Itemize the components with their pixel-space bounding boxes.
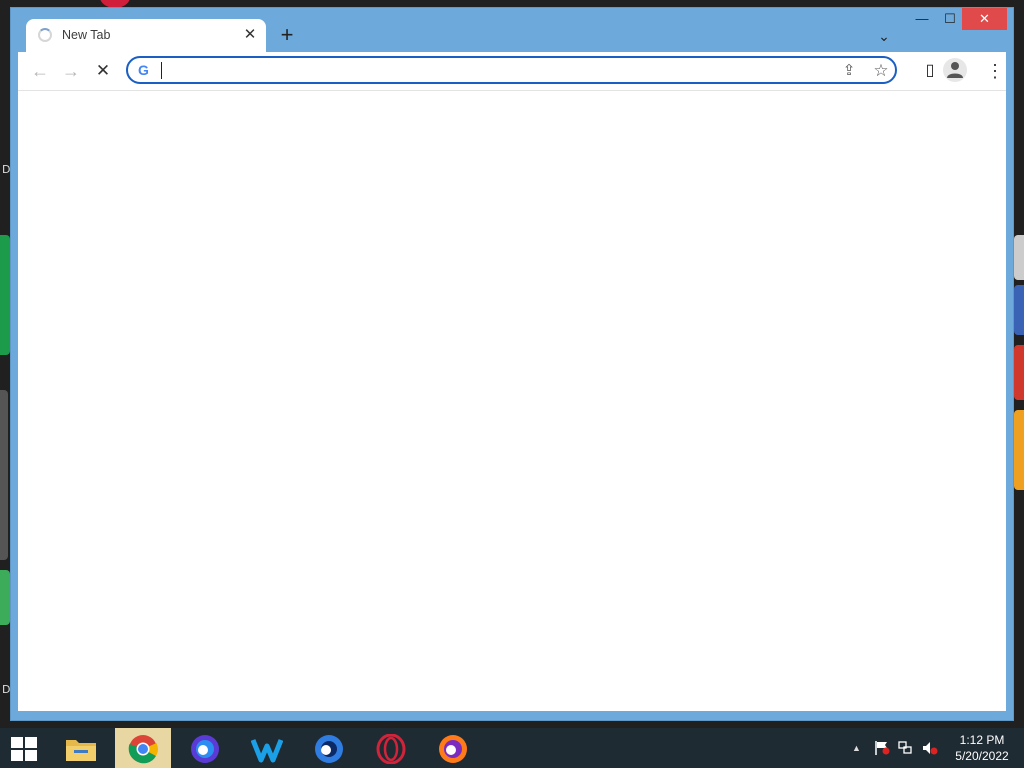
person-icon [947, 62, 963, 78]
desktop-label: D [2, 683, 11, 696]
waterfox-icon [251, 739, 283, 763]
tab-title: New Tab [62, 28, 111, 42]
browser-window: New Tab ✕ + ⌄ — ☐ ✕ ← → ✕ G ⇪ ☆ ▯ ⋮ [11, 8, 1013, 720]
taskbar-app-chrome[interactable] [115, 728, 171, 768]
windows-logo-icon [11, 737, 37, 761]
clock-date: 5/20/2022 [955, 749, 1009, 763]
profile-avatar[interactable] [943, 58, 967, 82]
taskbar-app-firefox[interactable] [425, 728, 481, 768]
desktop-icon-strip [1014, 345, 1024, 400]
desktop-icon-strip [100, 0, 130, 8]
desktop-icon-strip [1014, 235, 1024, 280]
desktop-label: D [2, 163, 11, 176]
desktop-icon-strip [0, 390, 8, 560]
start-button[interactable] [0, 728, 48, 768]
tab-search-button[interactable]: ⌄ [874, 26, 894, 46]
firefox-icon [439, 735, 467, 763]
system-clock[interactable]: 1:12 PM 5/20/2022 [950, 732, 1014, 764]
action-center-flag-icon[interactable] [874, 741, 890, 755]
folder-icon [66, 740, 96, 761]
taskbar: ▲ 1:12 PM 5/20/2022 [0, 728, 1024, 768]
close-window-button[interactable]: ✕ [962, 8, 1007, 30]
back-button[interactable]: ← [27, 58, 53, 84]
tab-close-icon[interactable]: ✕ [240, 25, 260, 45]
network-icon[interactable] [898, 741, 914, 755]
desktop-icon-strip [1014, 285, 1024, 335]
firefox-developer-icon [191, 735, 219, 763]
taskbar-app-file-explorer[interactable] [53, 728, 109, 768]
desktop-icon-strip [1014, 410, 1024, 490]
share-icon[interactable]: ⇪ [838, 60, 860, 82]
opera-icon [376, 734, 406, 764]
stop-loading-button[interactable]: ✕ [90, 58, 116, 84]
taskbar-app-opera[interactable] [363, 728, 419, 768]
clock-time: 1:12 PM [959, 733, 1005, 747]
firefox-nightly-icon [315, 735, 343, 763]
tray-overflow-chevron-icon[interactable]: ▲ [852, 743, 861, 753]
desktop-icon-strip [0, 235, 10, 355]
menu-button[interactable]: ⋮ [982, 58, 1008, 84]
side-panel-button[interactable]: ▯ [917, 58, 943, 84]
taskbar-app-firefox-nightly[interactable] [301, 728, 357, 768]
google-icon: G [138, 62, 149, 78]
loading-spinner-icon [38, 28, 52, 42]
title-bar[interactable]: New Tab ✕ + ⌄ — ☐ ✕ [11, 8, 1013, 53]
taskbar-app-firefox-dev[interactable] [177, 728, 233, 768]
tab-new-tab[interactable]: New Tab ✕ [26, 19, 266, 53]
forward-button[interactable]: → [58, 58, 84, 84]
page-content[interactable] [18, 90, 1006, 711]
address-bar[interactable]: G ⇪ ☆ [126, 56, 897, 84]
bookmark-star-icon[interactable]: ☆ [870, 60, 892, 82]
new-tab-button[interactable]: + [276, 24, 298, 46]
desktop-icon-strip [0, 570, 10, 625]
text-caret [161, 62, 162, 79]
address-input[interactable] [164, 60, 808, 84]
browser-toolbar: ← → ✕ G ⇪ ☆ ▯ ⋮ [18, 52, 1006, 90]
volume-muted-icon[interactable] [922, 741, 938, 755]
chrome-icon [128, 735, 158, 764]
taskbar-app-waterfox[interactable] [239, 728, 295, 768]
